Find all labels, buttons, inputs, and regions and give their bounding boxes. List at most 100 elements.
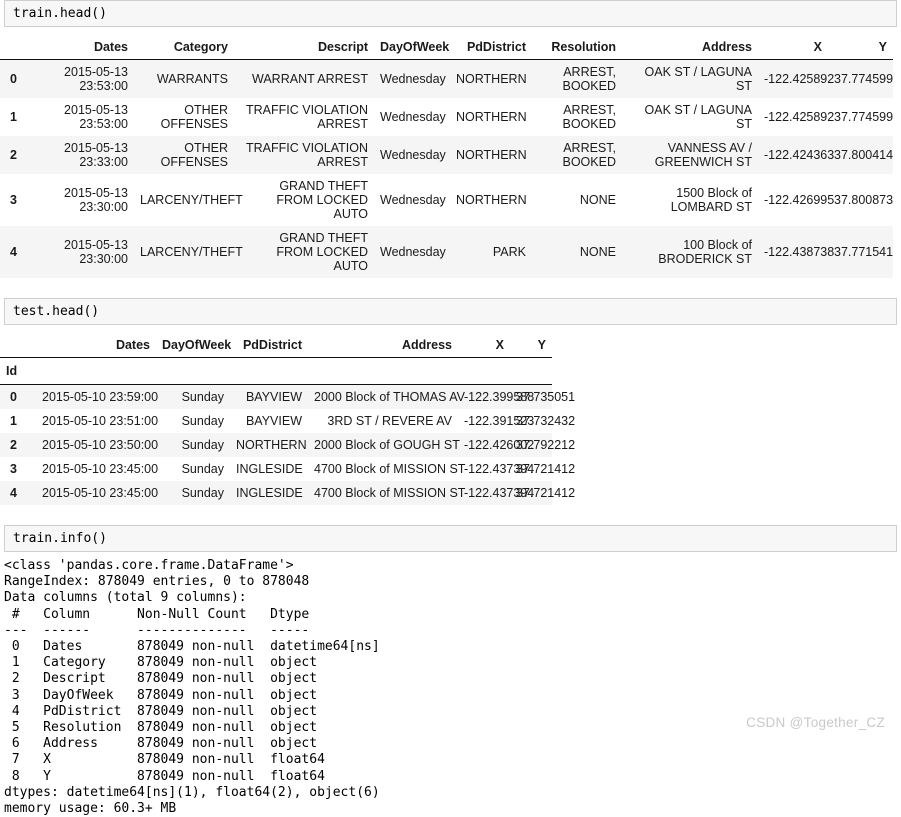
filler (230, 358, 308, 385)
cell-dayofweek: Sunday (181, 390, 224, 404)
filler (458, 358, 510, 385)
cell-y: 37.800873 (834, 193, 894, 207)
row-index: 3 (10, 462, 17, 476)
row-index: 0 (10, 390, 17, 404)
code-cell-test-head[interactable]: test.head() (4, 298, 897, 325)
filler (308, 358, 458, 385)
row-index: 1 (10, 110, 17, 124)
train-col-pddistrict: PdDistrict (450, 35, 532, 60)
cell-x: -122.425892 (764, 72, 835, 86)
train-col-resolution: Resolution (532, 35, 622, 60)
cell-pddistrict: BAYVIEW (245, 390, 302, 404)
row-index: 3 (10, 193, 17, 207)
table-row: 4 2015-05-13 23:30:00 LARCENY/THEFT GRAN… (0, 226, 893, 278)
cell-y: 37.732432 (516, 414, 576, 428)
cell-pddistrict: NORTHERN (456, 193, 527, 207)
cell-x: -122.437394 (464, 486, 535, 500)
cell-x: -122.438738 (764, 245, 835, 259)
cell-x: -122.426995 (764, 193, 835, 207)
cell-y: 37.735051 (516, 390, 576, 404)
train-col-dates: Dates (34, 35, 134, 60)
table-row: 1 2015-05-10 23:51:00 Sunday BAYVIEW 3RD… (0, 409, 576, 433)
test-dataframe-table: Dates DayOfWeek PdDistrict Address X Y I… (0, 333, 576, 505)
watermark-text: CSDN @Together_CZ (746, 715, 885, 730)
cell-y: 37.774599 (834, 110, 894, 124)
cell-address: OAK ST / LAGUNA ST (644, 65, 752, 93)
cell-y: 37.792212 (516, 438, 576, 452)
cell-y: 37.721412 (516, 462, 576, 476)
cell-address: 2000 Block of GOUGH ST (314, 438, 460, 452)
cell-address: 2000 Block of THOMAS AV (314, 390, 465, 404)
cell-y: 37.771541 (834, 245, 894, 259)
cell-y: 37.774599 (834, 72, 894, 86)
cell-x: -122.399588 (464, 390, 535, 404)
cell-dayofweek: Wednesday (380, 245, 446, 259)
code-text-test-head: test.head() (13, 304, 100, 319)
test-index-header (0, 333, 36, 358)
cell-address: OAK ST / LAGUNA ST (644, 103, 752, 131)
cell-descript: GRAND THEFT FROM LOCKED AUTO (276, 231, 368, 273)
cell-resolution: ARREST, BOOKED (562, 103, 617, 131)
train-col-x: X (758, 35, 828, 60)
train-table-head: Dates Category Descript DayOfWeek PdDist… (0, 35, 893, 60)
row-index: 4 (10, 245, 17, 259)
test-col-address: Address (308, 333, 458, 358)
cell-dates: 2015-05-13 23:33:00 (64, 141, 128, 169)
cell-dates: 2015-05-13 23:53:00 (64, 103, 128, 131)
code-cell-train-info[interactable]: train.info() (4, 525, 897, 552)
table-row: 1 2015-05-13 23:53:00 OTHER OFFENSES TRA… (0, 98, 893, 136)
train-col-descript: Descript (234, 35, 374, 60)
cell-address: 4700 Block of MISSION ST (314, 462, 466, 476)
cell-dates: 2015-05-13 23:30:00 (64, 238, 128, 266)
cell-dates: 2015-05-10 23:59:00 (42, 390, 159, 404)
cell-address: 4700 Block of MISSION ST (314, 486, 466, 500)
code-cell-train-head[interactable]: train.head() (4, 0, 897, 27)
cell-category: WARRANTS (156, 72, 228, 86)
cell-dayofweek: Wednesday (380, 110, 446, 124)
train-head-output: Dates Category Descript DayOfWeek PdDist… (0, 35, 901, 278)
cell-address: VANNESS AV / GREENWICH ST (654, 141, 752, 169)
table-row: 4 2015-05-10 23:45:00 Sunday INGLESIDE 4… (0, 481, 576, 505)
cell-dates: 2015-05-10 23:50:00 (42, 438, 159, 452)
test-col-pddistrict: PdDistrict (230, 333, 308, 358)
train-col-y: Y (828, 35, 893, 60)
train-header-row: Dates Category Descript DayOfWeek PdDist… (0, 35, 893, 60)
table-row: 3 2015-05-13 23:30:00 LARCENY/THEFT GRAN… (0, 174, 893, 226)
cell-x: -122.426002 (464, 438, 535, 452)
test-index-name: Id (6, 364, 18, 378)
cell-x: -122.391523 (464, 414, 535, 428)
code-text-train-head: train.head() (13, 6, 107, 21)
cell-category: OTHER OFFENSES (160, 103, 228, 131)
cell-dayofweek: Wednesday (380, 148, 446, 162)
cell-dayofweek: Sunday (181, 462, 224, 476)
table-row: 0 2015-05-13 23:53:00 WARRANTS WARRANT A… (0, 59, 894, 98)
filler (510, 358, 552, 385)
cell-category: OTHER OFFENSES (160, 141, 228, 169)
row-index: 4 (10, 486, 17, 500)
table-row: 2 2015-05-10 23:50:00 Sunday NORTHERN 20… (0, 433, 576, 457)
filler (156, 358, 230, 385)
cell-x: -122.437394 (464, 462, 535, 476)
cell-x: -122.424363 (764, 148, 835, 162)
test-col-dates: Dates (36, 333, 156, 358)
cell-pddistrict: PARK (492, 245, 526, 259)
cell-dayofweek: Wednesday (380, 193, 446, 207)
cell-dates: 2015-05-10 23:45:00 (42, 486, 159, 500)
train-index-header (0, 35, 34, 60)
code-text-train-info: train.info() (13, 531, 107, 546)
cell-dates: 2015-05-10 23:45:00 (42, 462, 159, 476)
row-index: 2 (10, 438, 17, 452)
test-col-y: Y (510, 333, 552, 358)
cell-resolution: NONE (579, 245, 616, 259)
cell-pddistrict: INGLESIDE (236, 486, 303, 500)
cell-y: 37.721412 (516, 486, 576, 500)
cell-pddistrict: INGLESIDE (236, 462, 303, 476)
cell-dayofweek: Sunday (181, 414, 224, 428)
cell-descript: WARRANT ARREST (252, 72, 368, 86)
cell-resolution: ARREST, BOOKED (562, 65, 617, 93)
cell-dates: 2015-05-13 23:53:00 (64, 65, 128, 93)
test-table-body: 0 2015-05-10 23:59:00 Sunday BAYVIEW 200… (0, 384, 576, 505)
